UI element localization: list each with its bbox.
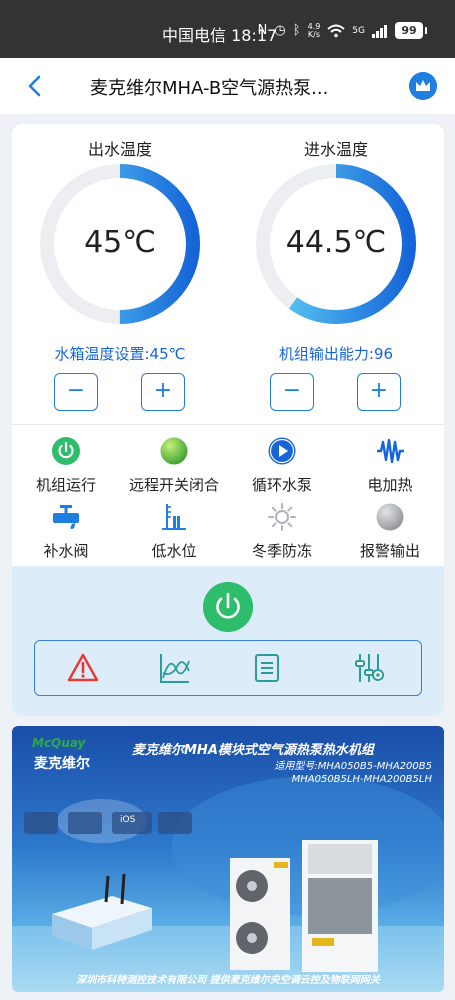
status-label: 电加热 (367, 476, 413, 494)
inlet-temp-label: 进水温度 (303, 140, 368, 159)
alarm-icon[interactable] (66, 651, 100, 685)
play-icon (268, 437, 296, 465)
alarm-clock-icon: ◷ (274, 22, 286, 38)
wifi-icon (327, 24, 345, 37)
output-capacity-plus-button[interactable]: + (357, 373, 401, 411)
status-label: 报警输出 (359, 542, 420, 560)
crown-icon[interactable] (409, 72, 437, 100)
models-line-1: 适用型号:MHA050B5-MHA200B5 (274, 761, 432, 772)
product-banner[interactable]: McQuay 麦克维尔 麦克维尔MHA模块式空气源热泵热水机组 适用型号:MHA… (12, 726, 444, 992)
toolbar (34, 640, 422, 696)
back-arrow-icon[interactable] (22, 72, 48, 100)
bluetooth-icon: ᛒ (292, 22, 301, 38)
status-remote-switch: 远程开关闭合 (120, 436, 228, 495)
banner-footer: 深圳市科特测控技术有限公司 提供麦克维尔央空调云控及物联网网关 (76, 975, 380, 986)
models-line-2: MHA050B5LH-MHA200B5LH (291, 774, 432, 785)
brand-logo-en: McQuay (32, 736, 86, 750)
divider (12, 424, 444, 425)
speed-unit: K/s (307, 29, 320, 39)
status-electric-heating: 电加热 (336, 436, 444, 495)
chart-icon[interactable] (158, 651, 192, 685)
settings-icon[interactable] (353, 651, 387, 685)
status-label: 远程开关闭合 (128, 476, 219, 494)
green-ball-icon (160, 437, 188, 465)
network-speed: 4.9 K/s (307, 22, 321, 39)
heat-pump-unit-small (230, 858, 290, 970)
status-label: 循环水泵 (251, 476, 312, 494)
status-label: 补水阀 (43, 542, 89, 560)
status-label: 机组运行 (35, 476, 96, 494)
page-title: 麦克维尔MHA-B空气源热泵... (90, 78, 329, 99)
output-capacity-minus-button[interactable]: − (270, 373, 314, 411)
status-makeup-valve: 补水阀 (12, 502, 120, 561)
nav-bar: 麦克维尔MHA-B空气源热泵... (0, 58, 455, 114)
heater-icon (377, 438, 404, 464)
tank-temp-minus-button[interactable]: − (54, 373, 98, 411)
status-low-water-level: 低水位 (120, 502, 228, 561)
status-unit-running: 机组运行 (12, 436, 120, 495)
tank-temp-setting-label: 水箱温度设置:45℃ (54, 345, 186, 363)
status-bar: 中国电信 18:17 N ◷ ᛒ 4.9 K/s 5G 99 (0, 0, 455, 58)
inlet-temp-value: 44.5℃ (285, 225, 387, 260)
brand-logo-cn: 麦克维尔 (34, 756, 90, 772)
banner-title: 麦克维尔MHA模块式空气源热泵热水机组 (132, 743, 374, 758)
control-card: 出水温度 45℃ 进水温度 44.5℃ 水箱温度设置:45℃ − + 机组输出能… (12, 124, 444, 716)
status-label: 冬季防冻 (251, 542, 312, 560)
status-icons: N ◷ ᛒ 4.9 K/s 5G 99 (258, 22, 427, 39)
list-icon[interactable] (250, 651, 284, 685)
power-button[interactable] (203, 582, 253, 632)
heat-pump-unit-large (302, 840, 378, 972)
status-winter-antifreeze: 冬季防冻 (228, 502, 336, 561)
control-area (12, 566, 444, 716)
valve-icon (53, 505, 79, 529)
outlet-temp-value: 45℃ (84, 225, 156, 260)
status-alarm-output: 报警输出 (336, 502, 444, 561)
signal-icon (372, 24, 387, 38)
banner-models: 适用型号:MHA050B5-MHA200B5 MHA050B5LH-MHA200… (274, 760, 432, 786)
battery-icon: 99 (395, 22, 423, 39)
power-on-icon (52, 437, 80, 465)
tank-temp-plus-button[interactable]: + (141, 373, 185, 411)
ios-label: iOS (120, 815, 136, 825)
outlet-temp-label: 出水温度 (87, 140, 152, 159)
status-circulation-pump: 循环水泵 (228, 436, 336, 495)
sun-icon (268, 503, 296, 531)
water-level-icon (162, 504, 186, 530)
status-label: 低水位 (151, 542, 197, 560)
nfc-icon: N (257, 22, 268, 38)
output-capacity-label: 机组输出能力:96 (278, 345, 394, 363)
grey-ball-icon (376, 503, 404, 531)
battery-tip (425, 27, 427, 34)
network-type: 5G (352, 25, 365, 36)
